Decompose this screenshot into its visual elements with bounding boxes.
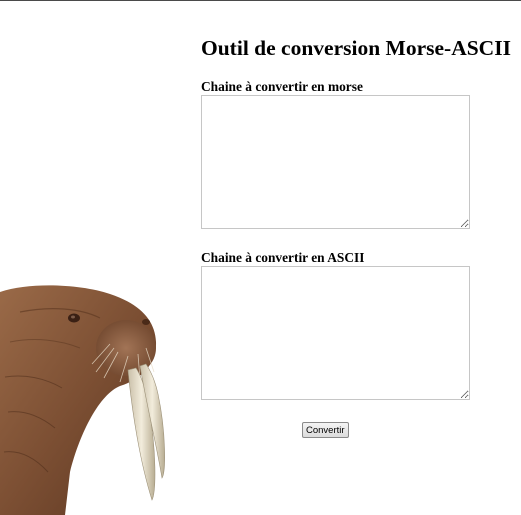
walrus-image [0, 285, 165, 515]
convert-button[interactable]: Convertir [302, 422, 349, 438]
morse-input-label: Chaine à convertir en morse [201, 79, 363, 94]
morse-input-textarea[interactable] [201, 95, 470, 229]
ascii-input-label: Chaine à convertir en ASCII [201, 250, 365, 265]
window-top-border [0, 0, 521, 1]
ascii-input-textarea[interactable] [201, 266, 470, 400]
page-title: Outil de conversion Morse-ASCII [201, 36, 511, 60]
